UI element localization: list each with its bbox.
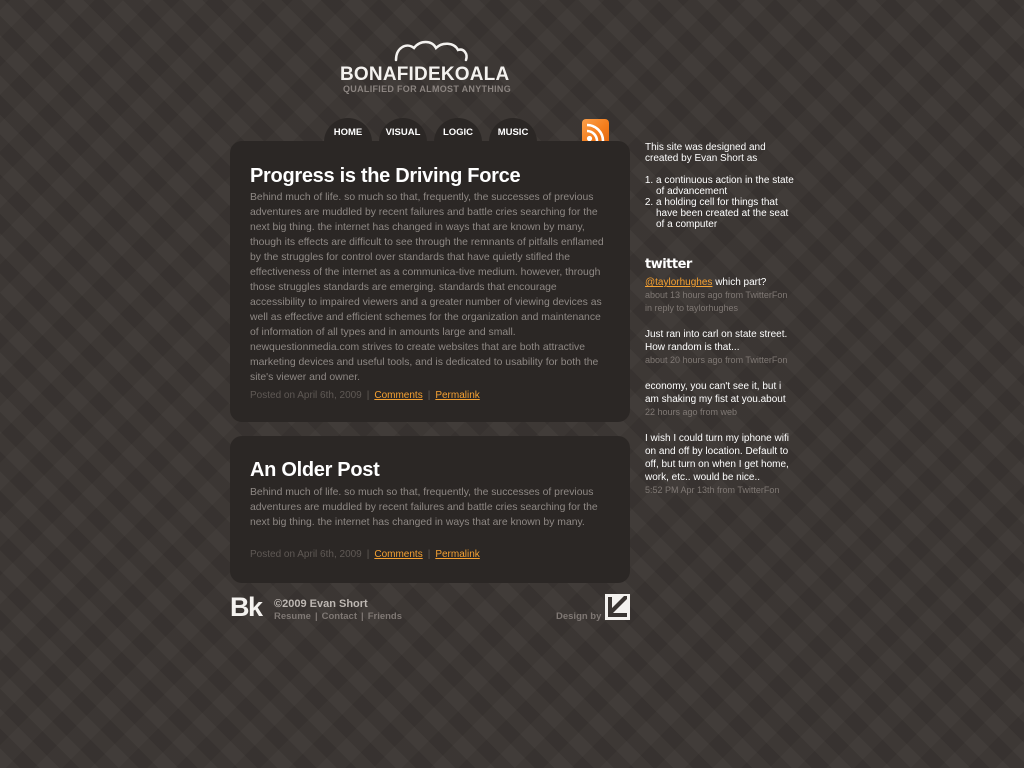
tweet-text: economy, you can't see it, but i am shak… xyxy=(645,381,786,405)
definition-item: a holding cell for things that have been… xyxy=(656,197,795,230)
post-meta: Posted on April 6th, 2009 | Comments | Perma… xyxy=(250,549,480,560)
designer-logo-icon[interactable] xyxy=(605,594,630,620)
site-logo[interactable]: BONAFIDEKOALA QUALIFIED FOR ALMOST ANYTH… xyxy=(340,40,525,100)
blog-post: An Older Post Behind much of life. so mu… xyxy=(230,436,630,583)
copyright-text: ©2009 Evan Short xyxy=(274,598,368,610)
cloud-logo-icon xyxy=(394,40,468,62)
separator: | xyxy=(314,611,318,622)
separator: | xyxy=(427,390,431,401)
separator: | xyxy=(427,549,431,560)
tweet-mention-link[interactable]: @taylorhughes xyxy=(645,277,712,288)
bk-logo[interactable]: Bk xyxy=(230,592,263,623)
post-title[interactable]: An Older Post xyxy=(250,459,380,482)
permalink-link[interactable]: Permalink xyxy=(435,390,479,401)
footer-links: Resume | Contact | Friends xyxy=(274,611,402,622)
separator: | xyxy=(366,549,370,560)
post-date: Posted on April 6th, 2009 xyxy=(250,549,362,560)
footer-link-friends[interactable]: Friends xyxy=(368,611,402,622)
tweet: Just ran into carl on state street. How … xyxy=(645,328,795,367)
tweet-meta: about 20 hours ago from TwitterFon xyxy=(645,355,788,365)
post-body: Behind much of life. so much so that, fr… xyxy=(250,192,604,383)
sidebar-intro: This site was designed and created by Ev… xyxy=(645,142,795,230)
tweet-meta: 5:52 PM Apr 13th from TwitterFon xyxy=(645,485,780,495)
footer-link-resume[interactable]: Resume xyxy=(274,611,311,622)
definition-item: a continuous action in the state of adva… xyxy=(656,175,795,197)
separator: | xyxy=(361,611,364,622)
blog-post: Progress is the Driving Force Behind muc… xyxy=(230,141,630,422)
site-name: BONAFIDEKOALA xyxy=(340,64,510,85)
tweet-meta: 22 hours ago from web xyxy=(645,407,738,417)
tweet: economy, you can't see it, but i am shak… xyxy=(645,380,795,419)
post-body: Behind much of life. so much so that, fr… xyxy=(250,487,598,528)
post-date: Posted on April 6th, 2009 xyxy=(250,390,362,401)
separator: | xyxy=(366,390,370,401)
post-title[interactable]: Progress is the Driving Force xyxy=(250,165,521,188)
post-meta: Posted on April 6th, 2009 | Comments | Perma… xyxy=(250,390,480,401)
design-by-label: Design by xyxy=(556,611,602,622)
tweet: @taylorhughes which part? about 13 hours… xyxy=(645,276,795,315)
tweet-text: Just ran into carl on state street. How … xyxy=(645,329,788,353)
comments-link[interactable]: Comments xyxy=(374,549,422,560)
tweet-meta: about 13 hours ago from TwitterFon in re… xyxy=(645,290,788,313)
definition-list: a continuous action in the state of adva… xyxy=(645,175,795,230)
sidebar-intro-text: This site was designed and created by Ev… xyxy=(645,142,766,164)
tweet-text: I wish I could turn my iphone wifi on an… xyxy=(645,433,789,483)
permalink-link[interactable]: Permalink xyxy=(435,549,479,560)
tweet-text: @taylorhughes which part? xyxy=(645,277,767,288)
footer-link-contact[interactable]: Contact xyxy=(322,611,357,622)
site-tagline: QUALIFIED FOR ALMOST ANYTHING xyxy=(343,84,512,94)
comments-link[interactable]: Comments xyxy=(374,390,422,401)
tweet: I wish I could turn my iphone wifi on an… xyxy=(645,432,795,497)
twitter-logo[interactable]: twitter xyxy=(645,257,692,272)
